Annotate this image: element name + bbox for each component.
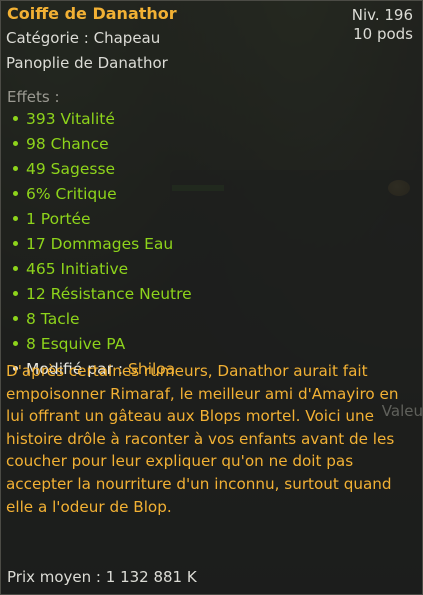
bullet-icon bbox=[13, 340, 18, 346]
item-name: Coiffe de Danathor bbox=[7, 4, 177, 23]
item-tooltip: Coiffe de Danathor Niv. 196 10 pods Caté… bbox=[0, 0, 423, 595]
effect-item: 8 Esquive PA bbox=[13, 334, 192, 359]
item-level: Niv. 196 bbox=[351, 6, 413, 24]
effect-label: 17 Dommages Eau bbox=[26, 235, 174, 253]
bullet-icon bbox=[13, 140, 18, 146]
item-category: Catégorie : Chapeau bbox=[6, 29, 161, 47]
effect-label: 12 Résistance Neutre bbox=[26, 285, 192, 303]
item-set: Panoplie de Danathor bbox=[6, 54, 168, 72]
bullet-icon bbox=[13, 315, 18, 321]
effect-label: 8 Esquive PA bbox=[26, 335, 126, 353]
effect-item: 8 Tacle bbox=[13, 309, 192, 334]
effect-item: 465 Initiative bbox=[13, 259, 192, 284]
effect-item: 393 Vitalité bbox=[13, 109, 192, 134]
bullet-icon bbox=[13, 265, 18, 271]
effect-item: 12 Résistance Neutre bbox=[13, 284, 192, 309]
bullet-icon bbox=[13, 240, 18, 246]
average-price: Prix moyen : 1 132 881 K bbox=[7, 568, 197, 586]
effect-label: 465 Initiative bbox=[26, 260, 129, 278]
bullet-icon bbox=[13, 290, 18, 296]
bullet-icon bbox=[13, 115, 18, 121]
bullet-icon bbox=[13, 215, 18, 221]
effect-item: 98 Chance bbox=[13, 134, 192, 159]
effect-item: 49 Sagesse bbox=[13, 159, 192, 184]
effect-label: 98 Chance bbox=[26, 135, 109, 153]
bullet-icon bbox=[13, 190, 18, 196]
effect-label: 8 Tacle bbox=[26, 310, 80, 328]
item-weight: 10 pods bbox=[353, 25, 413, 43]
effects-heading: Effets : bbox=[7, 88, 60, 106]
effect-item: 17 Dommages Eau bbox=[13, 234, 192, 259]
effect-item: 1 Portée bbox=[13, 209, 192, 234]
effect-label: 393 Vitalité bbox=[26, 110, 115, 128]
effect-label: 1 Portée bbox=[26, 210, 91, 228]
effect-item: 6% Critique bbox=[13, 184, 192, 209]
bullet-icon bbox=[13, 165, 18, 171]
effect-label: 49 Sagesse bbox=[26, 160, 116, 178]
background-value-label: Valeu bbox=[381, 402, 423, 420]
item-description: D'après certaines rumeurs, Danathor aura… bbox=[6, 362, 399, 516]
effect-label: 6% Critique bbox=[26, 185, 117, 203]
effects-list: 393 Vitalité 98 Chance 49 Sagesse 6% Cri… bbox=[13, 109, 192, 384]
